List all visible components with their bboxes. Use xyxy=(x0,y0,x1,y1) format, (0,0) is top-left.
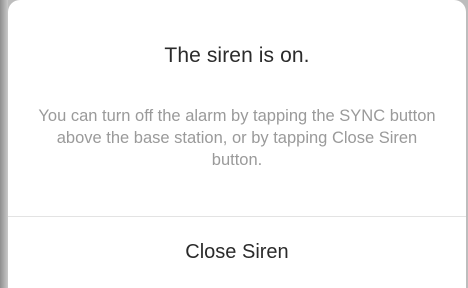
close-siren-button[interactable]: Close Siren xyxy=(8,217,466,288)
dialog-message: You can turn off the alarm by tapping th… xyxy=(38,107,436,169)
background-overlay xyxy=(0,0,8,288)
screen: The siren is on. You can turn off the al… xyxy=(0,0,468,288)
siren-alert-dialog: The siren is on. You can turn off the al… xyxy=(8,0,466,288)
dialog-title: The siren is on. xyxy=(164,44,310,67)
